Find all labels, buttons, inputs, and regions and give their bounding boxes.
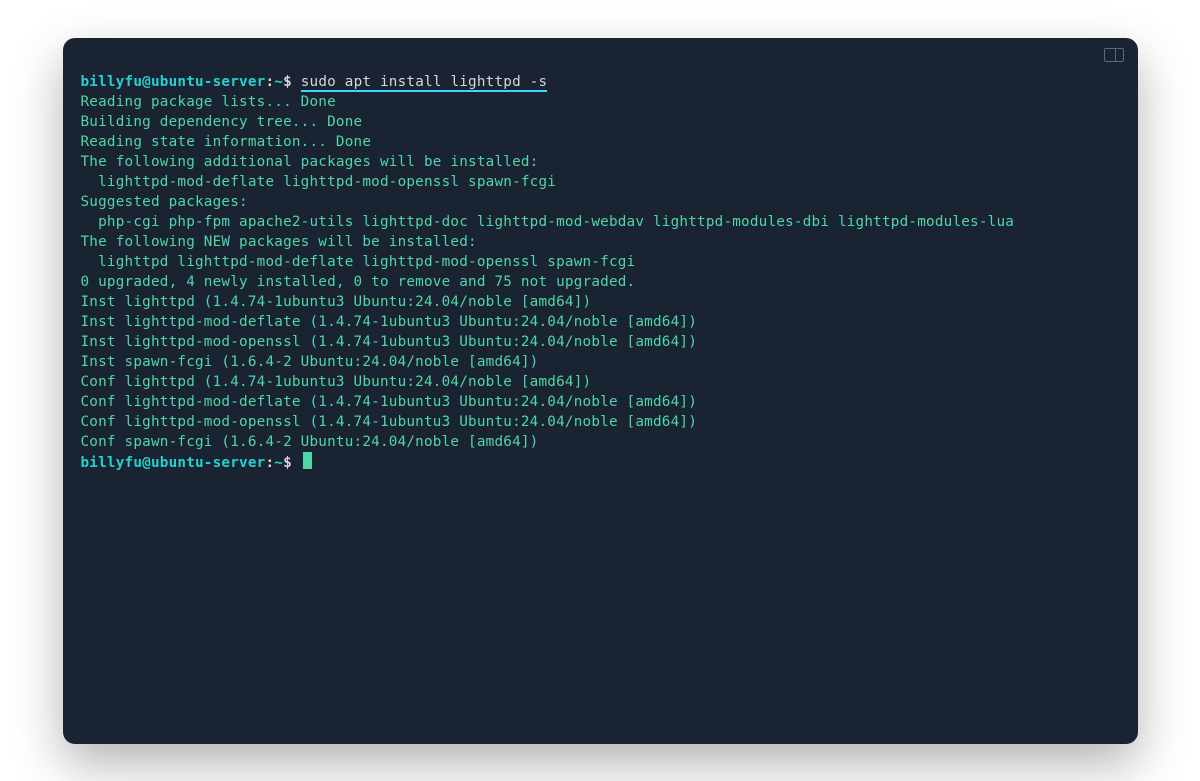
output-line: 0 upgraded, 4 newly installed, 0 to remo… [81, 272, 1120, 292]
prompt-symbol: $ [283, 455, 292, 471]
output-line: Conf lighttpd-mod-openssl (1.4.74-1ubunt… [81, 412, 1120, 432]
prompt-line[interactable]: billyfu@ubuntu-server:~$ [81, 452, 1120, 473]
prompt-path: ~ [274, 74, 283, 90]
output-line: The following additional packages will b… [81, 152, 1120, 172]
prompt-symbol: $ [283, 74, 292, 90]
output-line: Inst spawn-fcgi (1.6.4-2 Ubuntu:24.04/no… [81, 352, 1120, 372]
terminal-window[interactable]: billyfu@ubuntu-server:~$ sudo apt instal… [63, 38, 1138, 744]
output-line: The following NEW packages will be insta… [81, 232, 1120, 252]
output-line: Reading state information... Done [81, 132, 1120, 152]
prompt-sep: : [265, 74, 274, 90]
output-line: Inst lighttpd-mod-openssl (1.4.74-1ubunt… [81, 332, 1120, 352]
terminal-content[interactable]: billyfu@ubuntu-server:~$ sudo apt instal… [63, 38, 1138, 491]
output-line: Conf lighttpd-mod-deflate (1.4.74-1ubunt… [81, 392, 1120, 412]
prompt-host: billyfu@ubuntu-server [81, 74, 266, 90]
prompt-sep: : [265, 455, 274, 471]
prompt-path: ~ [274, 455, 283, 471]
command-input: sudo apt install lighttpd -s [301, 74, 548, 92]
output-line: lighttpd lighttpd-mod-deflate lighttpd-m… [81, 252, 1120, 272]
prompt-host: billyfu@ubuntu-server [81, 455, 266, 471]
output-line: Suggested packages: [81, 192, 1120, 212]
panes-icon[interactable] [1104, 48, 1124, 62]
output-line: Building dependency tree... Done [81, 112, 1120, 132]
output-line: Inst lighttpd (1.4.74-1ubuntu3 Ubuntu:24… [81, 292, 1120, 312]
cursor [303, 452, 312, 469]
output-line: Reading package lists... Done [81, 92, 1120, 112]
output-line: Inst lighttpd-mod-deflate (1.4.74-1ubunt… [81, 312, 1120, 332]
output-line: php-cgi php-fpm apache2-utils lighttpd-d… [81, 212, 1120, 232]
prompt-line: billyfu@ubuntu-server:~$ sudo apt instal… [81, 72, 1120, 92]
output-line: Conf spawn-fcgi (1.6.4-2 Ubuntu:24.04/no… [81, 432, 1120, 452]
output-line: lighttpd-mod-deflate lighttpd-mod-openss… [81, 172, 1120, 192]
output-line: Conf lighttpd (1.4.74-1ubuntu3 Ubuntu:24… [81, 372, 1120, 392]
